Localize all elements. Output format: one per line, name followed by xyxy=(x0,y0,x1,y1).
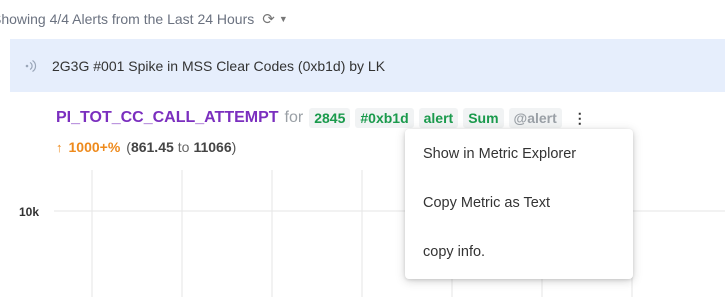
metric-context-menu: Show in Metric Explorer Copy Metric as T… xyxy=(405,129,633,279)
metric-name[interactable]: PI_TOT_CC_CALL_ATTEMPT xyxy=(56,109,279,127)
change-percent: 1000+% xyxy=(68,139,121,155)
refresh-icon[interactable]: ⟳ xyxy=(262,10,275,28)
alert-title: 2G3G #001 Spike in MSS Clear Codes (0xb1… xyxy=(52,57,386,74)
increase-arrow-icon: ↑ xyxy=(56,139,63,155)
change-summary: ↑ 1000+% ( 861.45 to 11066 ) xyxy=(56,139,237,155)
tag-alert[interactable]: alert xyxy=(418,108,459,128)
tag-aggregation[interactable]: Sum xyxy=(463,108,504,128)
alert-banner[interactable]: 2G3G #001 Spike in MSS Clear Codes (0xb1… xyxy=(10,39,725,92)
menu-item-show-in-metric-explorer[interactable]: Show in Metric Explorer xyxy=(423,146,576,162)
alerts-summary-header: Showing 4/4 Alerts from the Last 24 Hour… xyxy=(0,8,288,30)
tag-at-alert[interactable]: @alert xyxy=(508,108,562,128)
tag-code[interactable]: #0xb1d xyxy=(355,108,414,128)
metric-row: PI_TOT_CC_CALL_ATTEMPT for 2845 #0xb1d a… xyxy=(56,107,587,129)
to-value: 11066 xyxy=(193,139,232,155)
caret-down-icon[interactable]: ▼ xyxy=(279,14,288,24)
broadcast-icon xyxy=(24,59,38,73)
y-tick-label: 10k xyxy=(19,205,40,219)
from-value: 861.45 xyxy=(130,139,174,155)
menu-item-copy-info[interactable]: copy info. xyxy=(423,244,485,260)
alerts-summary-text: Showing 4/4 Alerts from the Last 24 Hour… xyxy=(0,11,255,27)
tag-id[interactable]: 2845 xyxy=(309,108,351,128)
for-label: for xyxy=(284,109,304,126)
to-label: to xyxy=(177,139,190,155)
more-vertical-icon[interactable]: ⋮ xyxy=(573,110,587,127)
menu-item-copy-metric-as-text[interactable]: Copy Metric as Text xyxy=(423,195,550,211)
